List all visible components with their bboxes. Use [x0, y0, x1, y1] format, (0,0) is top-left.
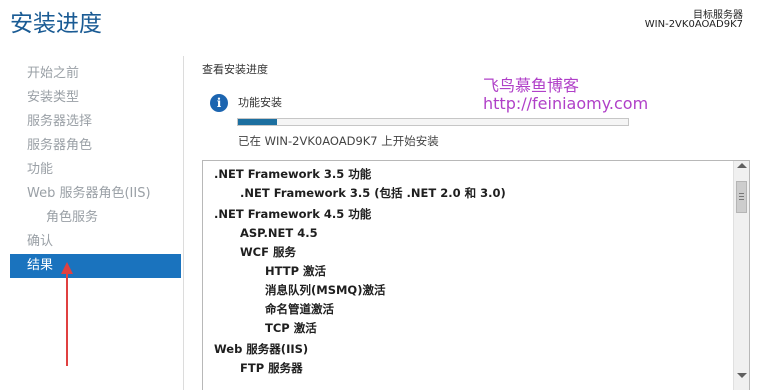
- wizard-nav: 开始之前 安装类型 服务器选择 服务器角色 功能 Web 服务器角色(IIS) …: [10, 62, 181, 278]
- watermark-blog-name: 飞鸟慕鱼博客: [483, 76, 580, 95]
- nav-item-server-roles[interactable]: 服务器角色: [10, 134, 181, 158]
- watermark-url: http://feiniaomy.com: [483, 94, 649, 113]
- scroll-up-arrow-icon[interactable]: [737, 163, 747, 168]
- section-title: 查看安装进度: [202, 63, 268, 76]
- vertical-divider: [183, 56, 184, 390]
- page-title: 安装进度: [10, 11, 102, 37]
- nav-item-server-selection[interactable]: 服务器选择: [10, 110, 181, 134]
- target-server-name: WIN-2VK0AOAD9K7: [644, 19, 743, 30]
- nav-item-features[interactable]: 功能: [10, 158, 181, 182]
- nav-item-web-server-role[interactable]: Web 服务器角色(IIS): [10, 182, 181, 206]
- nav-item-installation-type[interactable]: 安装类型: [10, 86, 181, 110]
- list-item: Web 服务器(IIS): [214, 342, 309, 356]
- list-item: 命名管道激活: [265, 302, 334, 316]
- installation-status-text: 已在 WIN-2VK0AOAD9K7 上开始安装: [238, 134, 439, 148]
- list-item: WCF 服务: [240, 245, 296, 259]
- list-item: ASP.NET 4.5: [240, 226, 318, 240]
- list-item: .NET Framework 3.5 (包括 .NET 2.0 和 3.0): [240, 186, 506, 200]
- scroll-thumb[interactable]: [736, 181, 747, 213]
- list-item: HTTP 激活: [265, 264, 327, 278]
- scroll-down-arrow-icon[interactable]: [737, 373, 747, 378]
- list-item: FTP 服务器: [240, 361, 303, 375]
- results-scrollbar[interactable]: [733, 161, 749, 390]
- list-item: 消息队列(MSMQ)激活: [265, 283, 386, 297]
- installation-results-list[interactable]: .NET Framework 3.5 功能 .NET Framework 3.5…: [202, 160, 750, 390]
- nav-item-confirmation[interactable]: 确认: [10, 230, 181, 254]
- feature-installation-label: 功能安装: [238, 96, 282, 109]
- list-item: TCP 激活: [265, 321, 317, 335]
- nav-item-role-services[interactable]: 角色服务: [10, 206, 181, 230]
- nav-item-before-you-begin[interactable]: 开始之前: [10, 62, 181, 86]
- nav-item-results[interactable]: 结果: [10, 254, 181, 278]
- annotation-arrow-line: [66, 270, 68, 366]
- list-item: .NET Framework 3.5 功能: [214, 167, 372, 181]
- info-icon: i: [210, 94, 228, 112]
- progress-fill: [238, 119, 277, 125]
- list-item: .NET Framework 4.5 功能: [214, 207, 372, 221]
- installation-progress-bar: [237, 118, 629, 126]
